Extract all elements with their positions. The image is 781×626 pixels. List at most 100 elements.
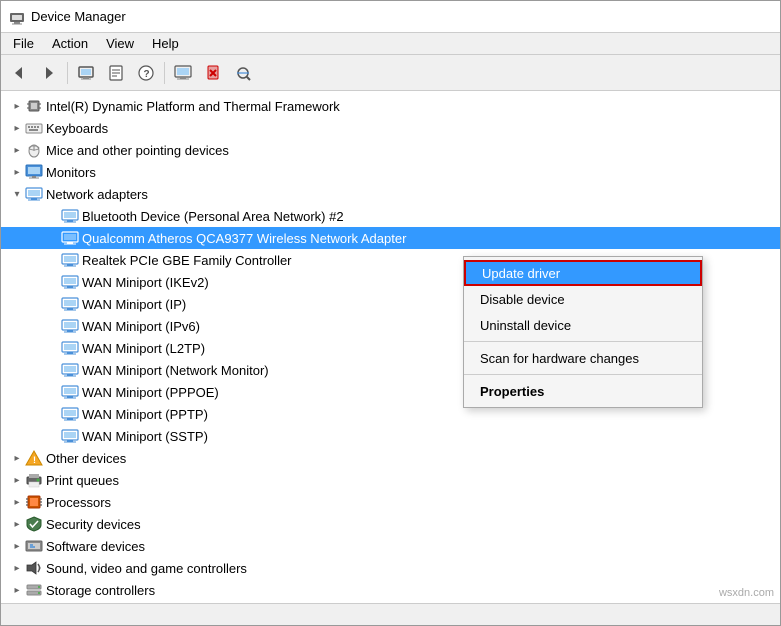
label-wan-ikev2: WAN Miniport (IKEv2)	[82, 275, 209, 290]
expand-wan-pptp[interactable]	[45, 406, 61, 422]
label-print: Print queues	[46, 473, 119, 488]
forward-button[interactable]	[35, 59, 63, 87]
tree-item-wan-sstp[interactable]: WAN Miniport (SSTP)	[1, 425, 780, 447]
tree-item-storage[interactable]: ▸ Storage controllers	[1, 579, 780, 601]
expand-print[interactable]: ▸	[9, 472, 25, 488]
label-security: Security devices	[46, 517, 141, 532]
icon-storage	[25, 582, 43, 598]
toolbar: ?	[1, 55, 780, 91]
menu-help[interactable]: Help	[144, 34, 187, 53]
label-qualcomm: Qualcomm Atheros QCA9377 Wireless Networ…	[82, 231, 406, 246]
expand-storage[interactable]: ▸	[9, 582, 25, 598]
title-text: Device Manager	[31, 9, 126, 24]
menu-bar: File Action View Help	[1, 33, 780, 55]
help-button[interactable]: ?	[132, 59, 160, 87]
toolbar-sep-2	[164, 62, 165, 84]
icon-monitors	[25, 164, 43, 180]
ctx-uninstall-device[interactable]: Uninstall device	[464, 312, 702, 338]
icon-wan-sstp	[61, 428, 79, 444]
menu-view[interactable]: View	[98, 34, 142, 53]
ctx-update-driver[interactable]: Update driver	[464, 260, 702, 286]
icon-security	[25, 516, 43, 532]
icon-wan-ip	[61, 296, 79, 312]
icon-wan-ipv6	[61, 318, 79, 334]
expand-security[interactable]: ▸	[9, 516, 25, 532]
expand-intel[interactable]: ▸	[9, 98, 25, 114]
expand-other[interactable]: ▸	[9, 450, 25, 466]
icon-realtek	[61, 252, 79, 268]
label-processors: Processors	[46, 495, 111, 510]
tree-item-bluetooth[interactable]: Bluetooth Device (Personal Area Network)…	[1, 205, 780, 227]
svg-text:!: !	[33, 455, 36, 465]
tree-item-monitors[interactable]: ▸ Monitors	[1, 161, 780, 183]
tree-item-software[interactable]: ▸ Software devices	[1, 535, 780, 557]
content-area: ▸ Intel(R) Dynamic Platform and Thermal …	[1, 91, 780, 603]
icon-wan-pptp	[61, 406, 79, 422]
watermark: wsxdn.com	[719, 587, 774, 599]
expand-bluetooth[interactable]	[45, 208, 61, 224]
ctx-sep-2	[464, 374, 702, 375]
properties-button[interactable]	[102, 59, 130, 87]
label-intel: Intel(R) Dynamic Platform and Thermal Fr…	[46, 99, 340, 114]
label-wan-l2tp: WAN Miniport (L2TP)	[82, 341, 205, 356]
uninstall-button[interactable]	[199, 59, 227, 87]
expand-wan-l2tp[interactable]	[45, 340, 61, 356]
title-icon	[9, 9, 25, 25]
expand-keyboards[interactable]: ▸	[9, 120, 25, 136]
title-bar: Device Manager	[1, 1, 780, 33]
tree-item-processors[interactable]: ▸ Processors	[1, 491, 780, 513]
expand-software[interactable]: ▸	[9, 538, 25, 554]
ctx-properties[interactable]: Properties	[464, 378, 702, 404]
expand-monitors[interactable]: ▸	[9, 164, 25, 180]
expand-wan-ip[interactable]	[45, 296, 61, 312]
expand-wan-netmon[interactable]	[45, 362, 61, 378]
expand-wan-ipv6[interactable]	[45, 318, 61, 334]
label-sound: Sound, video and game controllers	[46, 561, 247, 576]
back-button[interactable]	[5, 59, 33, 87]
tree-item-other[interactable]: ▸ ! Other devices	[1, 447, 780, 469]
icon-sound	[25, 560, 43, 576]
ctx-disable-device[interactable]: Disable device	[464, 286, 702, 312]
icon-processors	[25, 494, 43, 510]
tree-item-intel[interactable]: ▸ Intel(R) Dynamic Platform and Thermal …	[1, 95, 780, 117]
label-storage: Storage controllers	[46, 583, 155, 598]
label-realtek: Realtek PCIe GBE Family Controller	[82, 253, 292, 268]
tree-item-network[interactable]: ▾ Network adapters	[1, 183, 780, 205]
expand-processors[interactable]: ▸	[9, 494, 25, 510]
tree-item-qualcomm[interactable]: Qualcomm Atheros QCA9377 Wireless Networ…	[1, 227, 780, 249]
device-manager-window: Device Manager File Action View Help	[0, 0, 781, 626]
status-bar	[1, 603, 780, 625]
expand-mice[interactable]: ▸	[9, 142, 25, 158]
tree-item-keyboards[interactable]: ▸ Keyboards	[1, 117, 780, 139]
label-monitors: Monitors	[46, 165, 96, 180]
icon-print	[25, 472, 43, 488]
tree-item-security[interactable]: ▸ Security devices	[1, 513, 780, 535]
icon-wan-ikev2	[61, 274, 79, 290]
tree-item-print[interactable]: ▸ Print queues	[1, 469, 780, 491]
label-keyboards: Keyboards	[46, 121, 108, 136]
tree-item-sound[interactable]: ▸ Sound, video and game controllers	[1, 557, 780, 579]
expand-sound[interactable]: ▸	[9, 560, 25, 576]
expand-realtek[interactable]	[45, 252, 61, 268]
computer2-button[interactable]	[169, 59, 197, 87]
scan-button[interactable]	[229, 59, 257, 87]
expand-qualcomm[interactable]	[45, 230, 61, 246]
toolbar-sep-1	[67, 62, 68, 84]
tree-item-mice[interactable]: ▸ Mice and other pointing devices	[1, 139, 780, 161]
menu-file[interactable]: File	[5, 34, 42, 53]
label-other: Other devices	[46, 451, 126, 466]
expand-wan-pppoe[interactable]	[45, 384, 61, 400]
icon-bluetooth	[61, 208, 79, 224]
menu-action[interactable]: Action	[44, 34, 96, 53]
ctx-scan-hardware[interactable]: Scan for hardware changes	[464, 345, 702, 371]
computer-button[interactable]	[72, 59, 100, 87]
label-wan-sstp: WAN Miniport (SSTP)	[82, 429, 208, 444]
expand-network[interactable]: ▾	[9, 186, 25, 202]
icon-network	[25, 186, 43, 202]
expand-wan-sstp[interactable]	[45, 428, 61, 444]
icon-wan-pppoe	[61, 384, 79, 400]
icon-intel	[25, 98, 43, 114]
icon-qualcomm	[61, 230, 79, 246]
expand-wan-ikev2[interactable]	[45, 274, 61, 290]
label-wan-ipv6: WAN Miniport (IPv6)	[82, 319, 200, 334]
